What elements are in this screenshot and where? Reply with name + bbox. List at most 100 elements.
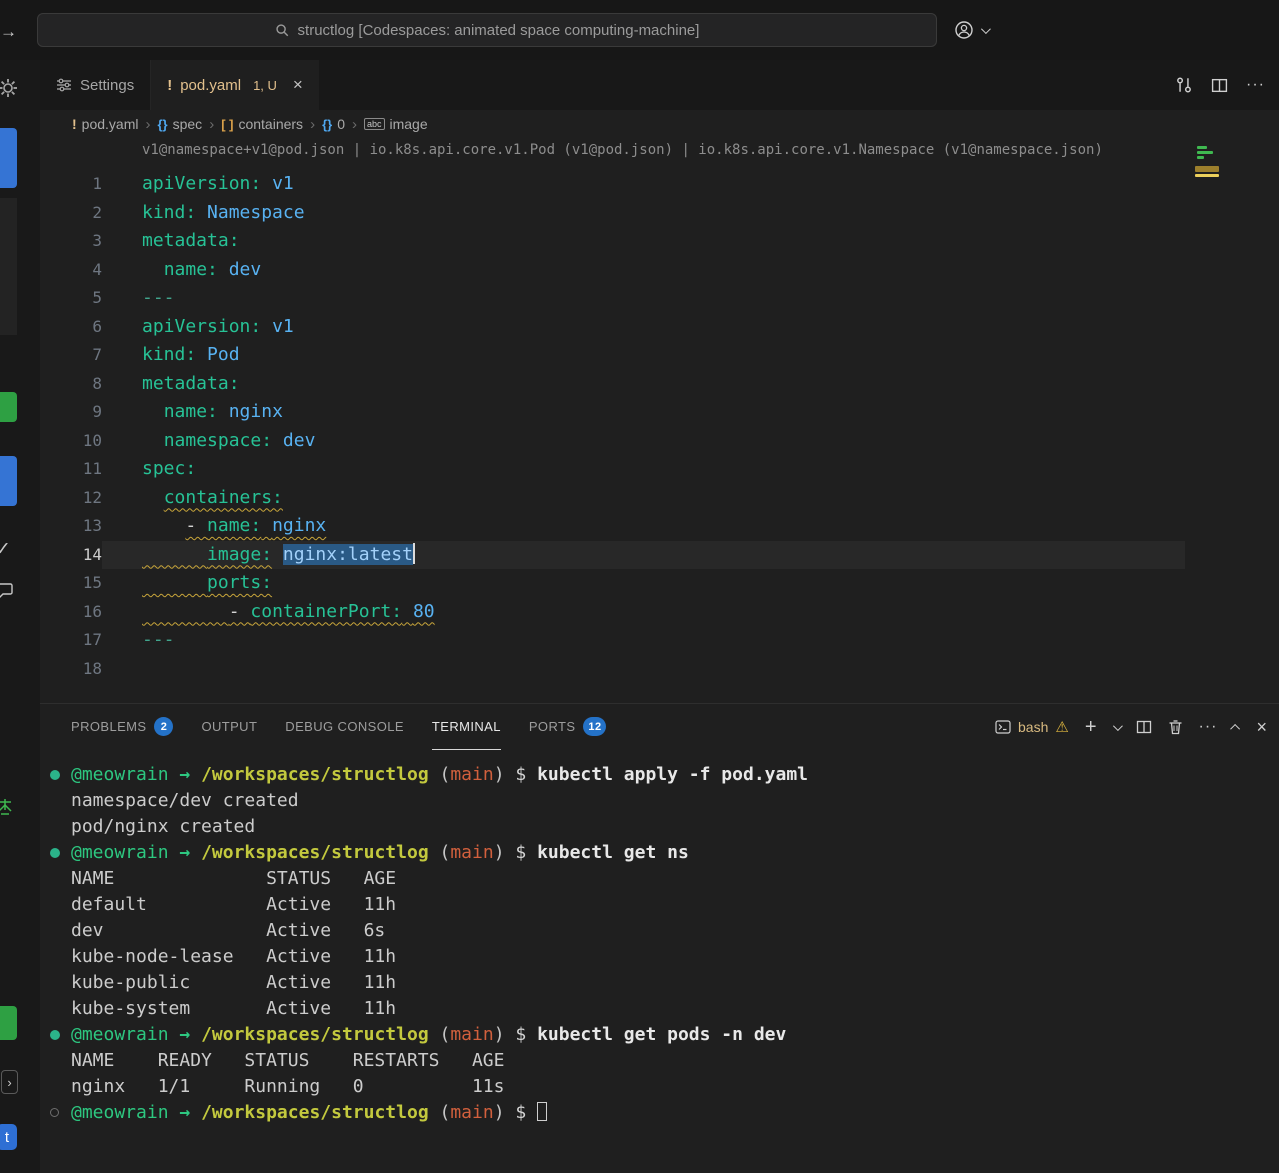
- code-line[interactable]: 12 containers:: [40, 484, 1279, 513]
- breadcrumb-item-spec[interactable]: {}spec: [157, 116, 202, 132]
- code-line[interactable]: 4 name: dev: [40, 256, 1279, 285]
- breadcrumb-item-containers[interactable]: [ ]containers: [221, 116, 303, 132]
- check-icon[interactable]: ✓: [0, 538, 11, 561]
- code-line[interactable]: 9 name: nginx: [40, 398, 1279, 427]
- breadcrumb-item-pod.yaml[interactable]: !pod.yaml: [72, 116, 138, 132]
- collapsed-chevron-button[interactable]: ›: [1, 1070, 18, 1094]
- command-decoration-icon[interactable]: [50, 1108, 59, 1117]
- code-token: image:: [207, 544, 272, 565]
- split-editor-icon[interactable]: [1211, 77, 1228, 94]
- close-panel-icon[interactable]: ×: [1256, 717, 1267, 738]
- warning-icon: !: [72, 116, 77, 132]
- code-line[interactable]: 15 ports:: [40, 569, 1279, 598]
- code-content: image: nginx:latest: [102, 541, 1185, 570]
- code-line[interactable]: 1apiVersion: v1: [40, 170, 1279, 199]
- code-token: namespace:: [164, 430, 272, 451]
- code-line[interactable]: 2kind: Namespace: [40, 199, 1279, 228]
- code-token: [142, 515, 185, 536]
- line-number: 6: [40, 313, 102, 342]
- panel-tab-debug-console[interactable]: DEBUG CONSOLE: [285, 704, 404, 750]
- panel-tab-ports[interactable]: PORTS12: [529, 704, 607, 750]
- code-line[interactable]: 8 metadata:: [40, 370, 1279, 399]
- panel-tab-output[interactable]: OUTPUT: [201, 704, 257, 750]
- terminal-token: @meowrain: [71, 842, 169, 863]
- command-decoration-icon[interactable]: [50, 770, 60, 780]
- sidebar-blue-indicator: [0, 128, 17, 188]
- code-line[interactable]: 14 image: nginx:latest: [40, 541, 1279, 570]
- code-line[interactable]: 5---: [40, 284, 1279, 313]
- terminal-cursor: [537, 1102, 547, 1121]
- code-token: dev: [283, 430, 316, 451]
- terminal-token: [190, 1102, 201, 1123]
- code-token: 80: [413, 601, 435, 622]
- code-token: [402, 601, 413, 622]
- code-line[interactable]: 18: [40, 655, 1279, 684]
- breadcrumb-item-0[interactable]: {}0: [322, 116, 345, 132]
- gear-icon[interactable]: [0, 76, 20, 100]
- line-number: 18: [40, 655, 102, 684]
- more-actions-icon[interactable]: ···: [1246, 76, 1265, 94]
- tab-pod-yaml[interactable]: ! pod.yaml 1, U ×: [151, 60, 319, 110]
- line-number: 13: [40, 512, 102, 541]
- terminal-token: ): [494, 1024, 505, 1045]
- command-decoration-icon[interactable]: [50, 1030, 60, 1040]
- code-token: apiVersion:: [142, 173, 261, 194]
- maximize-panel-icon[interactable]: [1231, 723, 1241, 733]
- code-line[interactable]: 17---: [40, 626, 1279, 655]
- yaml-schema-line: v1@namespace+v1@pod.json | io.k8s.api.co…: [40, 138, 1279, 164]
- command-center-search[interactable]: structlog [Codespaces: animated space co…: [37, 13, 937, 47]
- terminal-token: [429, 764, 440, 785]
- forward-arrow-icon[interactable]: →: [0, 22, 17, 42]
- code-token: [218, 401, 229, 422]
- terminal-token: (: [440, 1024, 451, 1045]
- terminal-token: nginx 1/1 Running 0 11s: [71, 1076, 504, 1097]
- terminal-token: [505, 1024, 516, 1045]
- breadcrumb[interactable]: !pod.yaml›{}spec›[ ]containers›{}0›abcim…: [40, 110, 1279, 138]
- terminal-profile-chevron-icon[interactable]: [1112, 721, 1122, 731]
- account-menu[interactable]: [953, 19, 988, 41]
- workbench: ✓ › t: [0, 60, 1279, 1173]
- panel-more-actions-icon[interactable]: ···: [1199, 718, 1218, 736]
- line-number: 1: [40, 170, 102, 199]
- code-line[interactable]: 13 - name: nginx: [40, 512, 1279, 541]
- close-icon[interactable]: ×: [293, 75, 303, 95]
- line-number: 8: [40, 370, 102, 399]
- code-content: metadata:: [102, 370, 1185, 399]
- code-line[interactable]: 16 - containerPort: 80: [40, 598, 1279, 627]
- t-badge[interactable]: t: [0, 1124, 17, 1150]
- terminal-line: kube-system Active 11h: [40, 996, 1279, 1022]
- code-line[interactable]: 10 namespace: dev: [40, 427, 1279, 456]
- activity-strip: ✓ › t: [0, 60, 40, 1173]
- terminal-token: [190, 842, 201, 863]
- panel-tab-problems[interactable]: PROBLEMS2: [71, 704, 173, 750]
- terminal-shell-chip[interactable]: bash ⚠: [995, 718, 1069, 736]
- code-token: -: [229, 601, 251, 622]
- new-terminal-button[interactable]: +: [1085, 717, 1097, 737]
- code-content: [102, 655, 1185, 684]
- breadcrumb-item-image[interactable]: abcimage: [364, 116, 428, 132]
- panel-tab-label: PROBLEMS: [71, 719, 146, 734]
- code-token: [261, 515, 272, 536]
- split-terminal-icon[interactable]: [1136, 719, 1152, 735]
- command-decoration-icon[interactable]: [50, 848, 60, 858]
- panel-header: PROBLEMS2 OUTPUT DEBUG CONSOLE TERMINAL PORT…: [40, 704, 1279, 750]
- code-token: [196, 202, 207, 223]
- code-line[interactable]: 11spec:: [40, 455, 1279, 484]
- terminal-token: [429, 842, 440, 863]
- code-editor[interactable]: 1apiVersion: v12kind: Namespace3metadata…: [40, 164, 1279, 703]
- panel-tab-terminal[interactable]: TERMINAL: [432, 704, 501, 750]
- code-line[interactable]: 3metadata:: [40, 227, 1279, 256]
- sliders-icon: [56, 77, 72, 93]
- code-line[interactable]: 6apiVersion: v1: [40, 313, 1279, 342]
- code-token: nginx: [272, 515, 326, 536]
- tab-settings[interactable]: Settings: [40, 60, 151, 110]
- trash-icon[interactable]: [1168, 719, 1183, 735]
- terminal[interactable]: @meowrain → /workspaces/structlog (main)…: [40, 750, 1279, 1173]
- code-line[interactable]: 7kind: Pod: [40, 341, 1279, 370]
- code-content: name: nginx: [102, 398, 1185, 427]
- compare-changes-icon[interactable]: [1175, 76, 1193, 94]
- code-token: [142, 259, 164, 280]
- terminal-token: [190, 1024, 201, 1045]
- comment-icon[interactable]: [0, 582, 15, 600]
- code-token: metadata:: [142, 373, 240, 394]
